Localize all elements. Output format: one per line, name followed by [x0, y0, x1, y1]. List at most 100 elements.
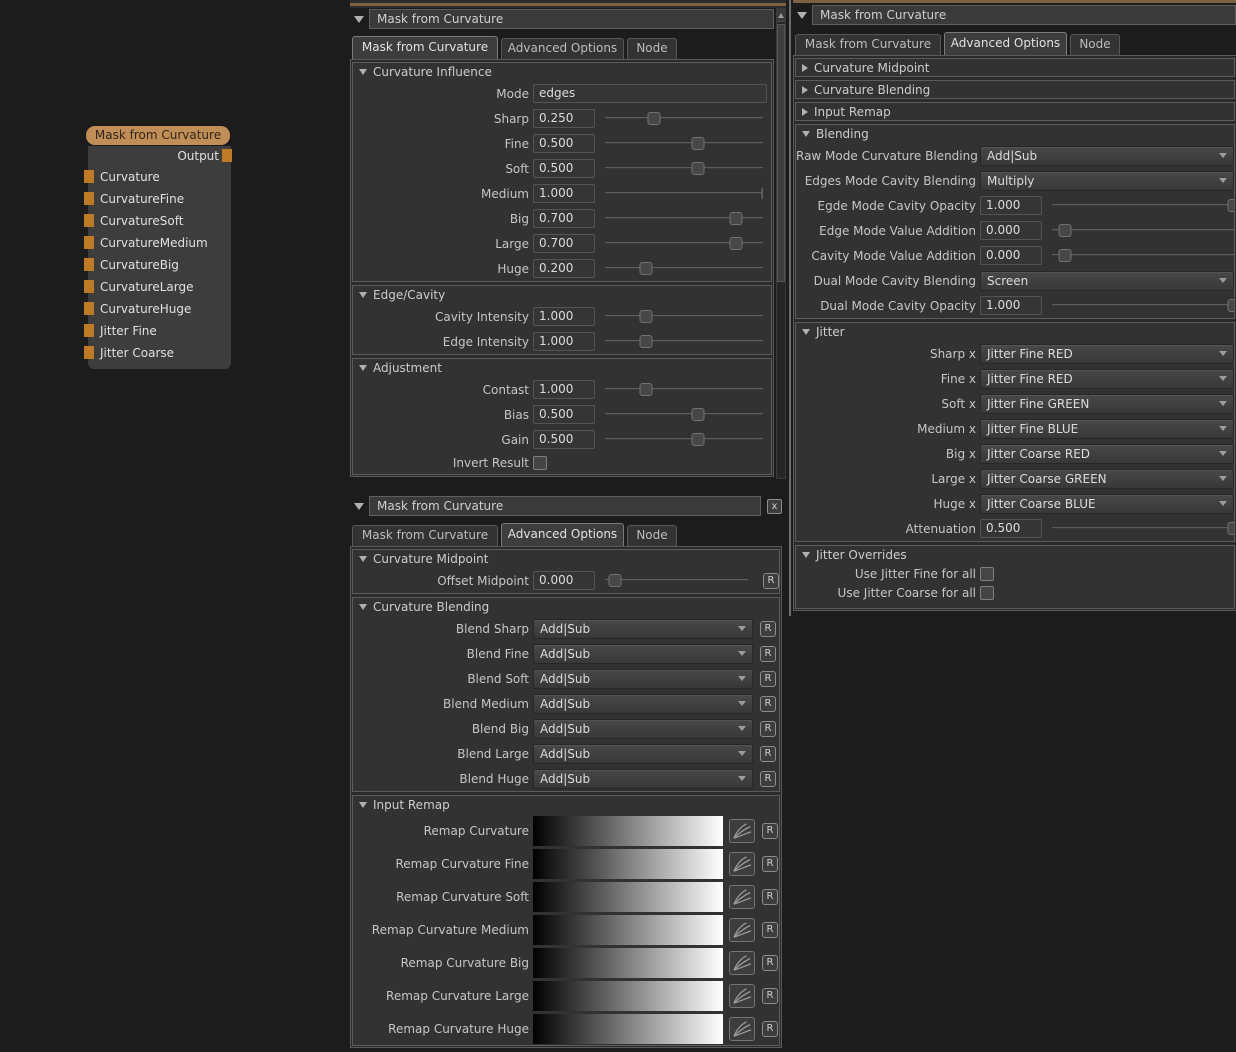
reset-button[interactable]: R [762, 856, 778, 872]
invert-result-checkbox[interactable] [533, 456, 547, 470]
slider-handle[interactable] [692, 433, 705, 446]
value-field[interactable]: 0.500 [533, 430, 595, 449]
slider[interactable] [605, 235, 763, 252]
input-socket[interactable] [84, 280, 94, 293]
use-jitter-fine-checkbox[interactable] [980, 567, 994, 581]
slider-handle[interactable] [640, 262, 653, 275]
gradient-ramp[interactable] [533, 882, 723, 912]
slider[interactable] [1052, 520, 1234, 537]
input-socket[interactable] [84, 324, 94, 337]
value-field[interactable]: 0.200 [533, 259, 595, 278]
input-socket[interactable] [84, 258, 94, 271]
slider-handle[interactable] [647, 112, 660, 125]
input-socket[interactable] [84, 302, 94, 315]
jitter-source-dropdown[interactable]: Jitter Coarse GREEN [980, 469, 1234, 489]
scroll-up-button[interactable] [777, 9, 785, 22]
slider-handle[interactable] [640, 310, 653, 323]
slider-handle[interactable] [730, 212, 743, 225]
slider[interactable] [605, 406, 763, 423]
reset-button[interactable]: R [763, 573, 779, 589]
blend-mode-dropdown[interactable]: Add|Sub [980, 146, 1234, 166]
slider[interactable] [1052, 297, 1234, 314]
section-header[interactable]: Curvature Influence [353, 63, 771, 81]
use-jitter-coarse-checkbox[interactable] [980, 586, 994, 600]
output-socket[interactable] [222, 149, 232, 162]
section-header[interactable]: Blending [796, 125, 1234, 143]
slider[interactable] [605, 260, 763, 277]
curve-editor-button[interactable] [729, 1017, 755, 1041]
slider[interactable] [1052, 247, 1234, 264]
section-header[interactable]: Jitter Overrides [796, 546, 1234, 564]
section-header[interactable]: Input Remap [353, 796, 779, 814]
slider-handle[interactable] [1058, 249, 1071, 262]
slider[interactable] [605, 333, 763, 350]
reset-button[interactable]: R [762, 988, 778, 1004]
tab-node[interactable]: Node [627, 525, 677, 546]
tab-advanced-options[interactable]: Advanced Options [944, 32, 1067, 55]
blend-mode-dropdown[interactable]: Add|Sub [533, 694, 753, 714]
curve-editor-button[interactable] [729, 951, 755, 975]
value-field[interactable]: 0.500 [533, 405, 595, 424]
input-socket[interactable] [84, 346, 94, 359]
gradient-ramp[interactable] [533, 849, 723, 879]
reset-button[interactable]: R [762, 1021, 778, 1037]
gradient-ramp[interactable] [533, 1014, 723, 1044]
slider[interactable] [605, 308, 763, 325]
scrollbar-thumb[interactable] [777, 24, 785, 282]
jitter-source-dropdown[interactable]: Jitter Fine BLUE [980, 419, 1234, 439]
value-field[interactable]: 0.000 [533, 571, 595, 590]
slider-handle[interactable] [1228, 199, 1235, 212]
value-field[interactable]: 0.500 [980, 519, 1042, 538]
slider[interactable] [1052, 197, 1234, 214]
vertical-scrollbar[interactable] [776, 8, 786, 479]
reset-button[interactable]: R [762, 889, 778, 905]
collapse-triangle-icon[interactable] [354, 503, 364, 510]
reset-button[interactable]: R [760, 646, 776, 662]
curve-editor-button[interactable] [729, 819, 755, 843]
jitter-source-dropdown[interactable]: Jitter Coarse BLUE [980, 494, 1234, 514]
blend-mode-dropdown[interactable]: Screen [980, 271, 1234, 291]
slider[interactable] [605, 572, 748, 589]
section-header[interactable]: Adjustment [353, 359, 771, 377]
mode-field[interactable]: edges [533, 84, 767, 103]
slider[interactable] [605, 185, 763, 202]
slider-handle[interactable] [609, 574, 622, 587]
value-field[interactable]: 1.000 [980, 296, 1042, 315]
tab-mask-from-curvature[interactable]: Mask from Curvature [352, 525, 498, 546]
slider[interactable] [1052, 222, 1234, 239]
reset-button[interactable]: R [760, 696, 776, 712]
section-header[interactable]: Edge/Cavity [353, 286, 771, 304]
curve-editor-button[interactable] [729, 852, 755, 876]
value-field[interactable]: 1.000 [980, 196, 1042, 215]
reset-button[interactable]: R [762, 922, 778, 938]
collapse-triangle-icon[interactable] [354, 16, 364, 23]
reset-button[interactable]: R [760, 771, 776, 787]
slider-handle[interactable] [692, 137, 705, 150]
slider-handle[interactable] [1058, 224, 1071, 237]
tab-mask-from-curvature[interactable]: Mask from Curvature [352, 36, 498, 59]
curve-editor-button[interactable] [729, 885, 755, 909]
value-field[interactable]: 0.700 [533, 234, 595, 253]
value-field[interactable]: 0.000 [980, 221, 1042, 240]
value-field[interactable]: 0.250 [533, 109, 595, 128]
value-field[interactable]: 0.000 [980, 246, 1042, 265]
blend-mode-dropdown[interactable]: Add|Sub [533, 744, 753, 764]
curve-editor-button[interactable] [729, 918, 755, 942]
slider[interactable] [605, 210, 763, 227]
slider-handle[interactable] [692, 162, 705, 175]
input-socket[interactable] [84, 192, 94, 205]
slider-handle[interactable] [640, 383, 653, 396]
jitter-source-dropdown[interactable]: Jitter Fine RED [980, 369, 1234, 389]
gradient-ramp[interactable] [533, 981, 723, 1011]
slider[interactable] [605, 135, 763, 152]
slider[interactable] [605, 431, 763, 448]
slider[interactable] [605, 381, 763, 398]
tab-node[interactable]: Node [1070, 34, 1120, 55]
reset-button[interactable]: R [762, 955, 778, 971]
reset-button[interactable]: R [760, 721, 776, 737]
section-header[interactable]: Jitter [796, 323, 1234, 341]
blend-mode-dropdown[interactable]: Add|Sub [533, 769, 753, 789]
slider[interactable] [605, 160, 763, 177]
value-field[interactable]: 0.500 [533, 159, 595, 178]
section-header[interactable]: Curvature Midpoint [353, 550, 779, 568]
